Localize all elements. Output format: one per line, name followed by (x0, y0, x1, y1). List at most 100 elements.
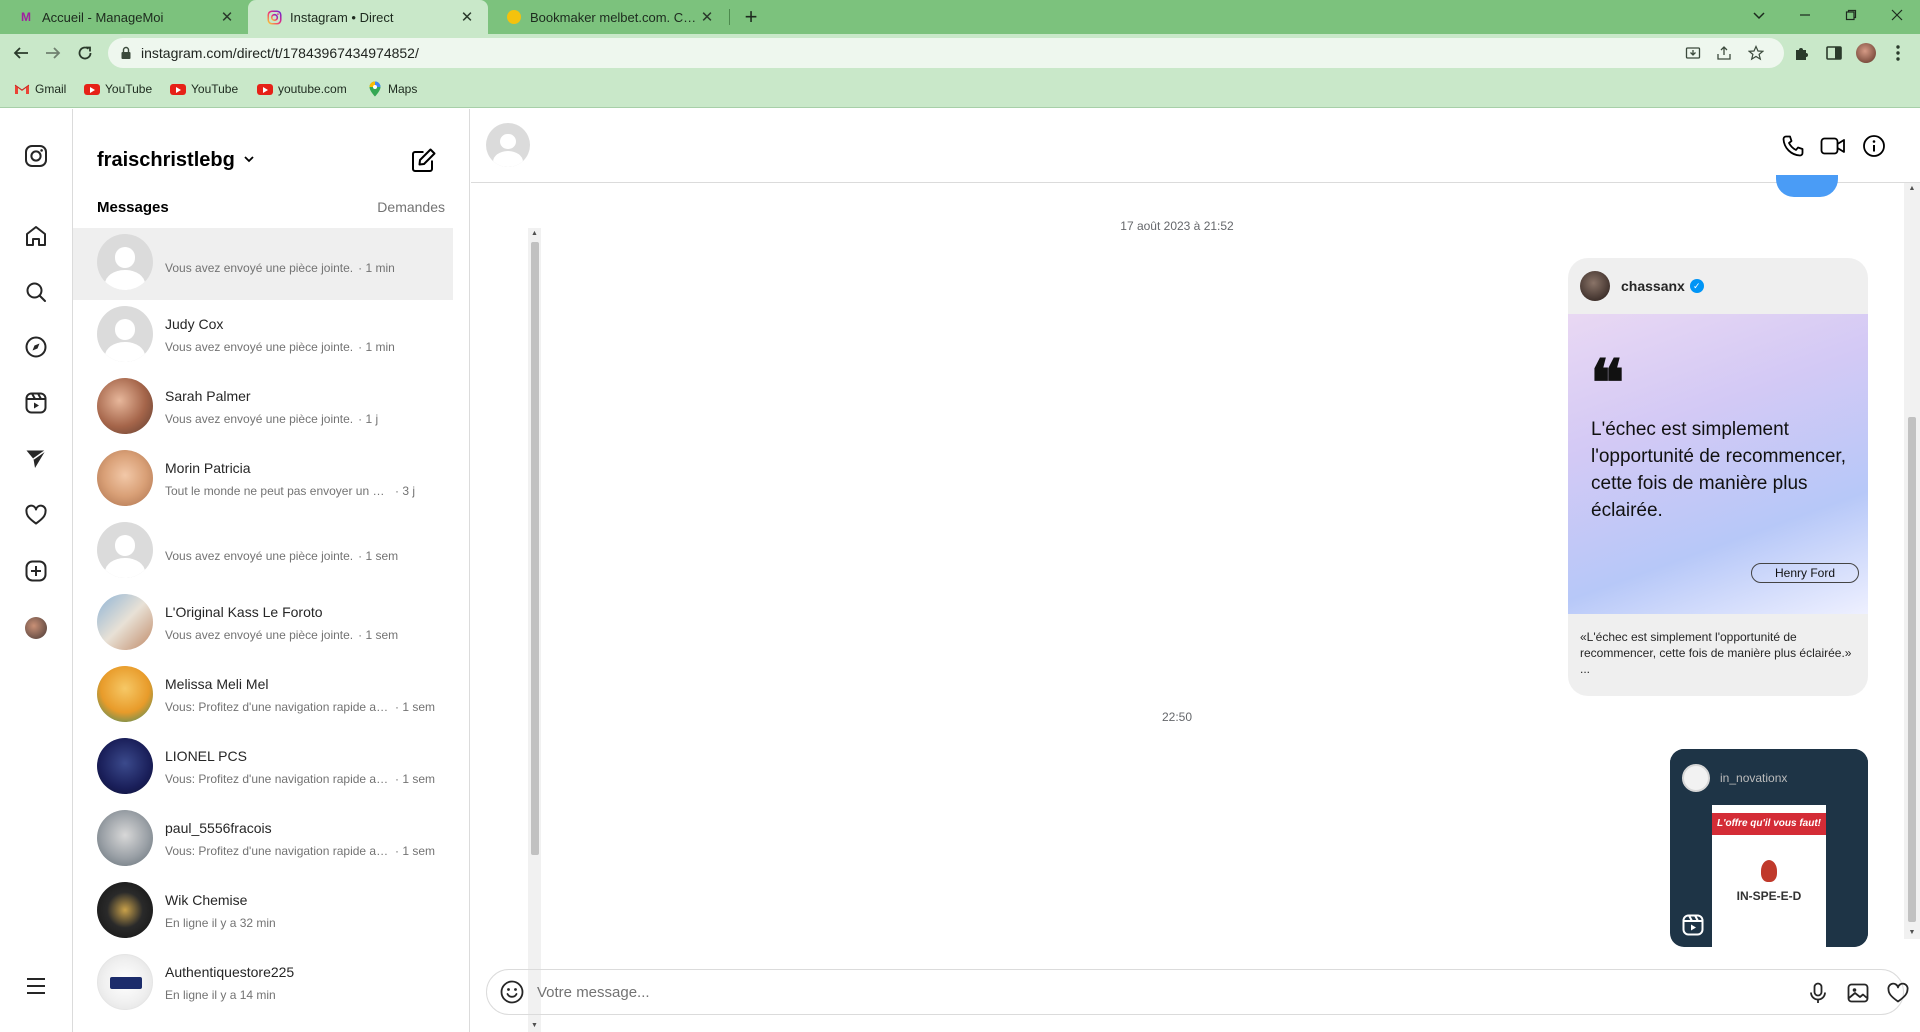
conversation-item[interactable]: Morin Patricia Tout le monde ne peut pas… (73, 444, 453, 516)
tab-managemoi[interactable]: M Accueil - ManageMoi ✕ (0, 0, 248, 34)
tab-instagram[interactable]: Instagram • Direct ✕ (248, 0, 488, 34)
preview-text: En ligne il y a 14 min (165, 988, 276, 1002)
account-switcher[interactable]: fraischristlebg (97, 149, 255, 172)
conversation-info-icon[interactable] (1860, 132, 1888, 160)
scroll-up-arrow-icon[interactable]: ▲ (1904, 183, 1920, 195)
conversation-preview: Tout le monde ne peut pas envoyer un mes… (165, 484, 435, 498)
share-icon[interactable] (1714, 43, 1734, 63)
search-icon[interactable] (22, 278, 50, 306)
extensions-puzzle-icon[interactable] (1791, 42, 1813, 64)
bookmark-youtube-1[interactable]: YouTube (84, 82, 152, 96)
back-button[interactable] (6, 38, 36, 68)
conversation-item[interactable]: Authentiquestore225 En ligne il y a 14 m… (73, 948, 453, 1020)
restore-icon[interactable] (1828, 0, 1874, 30)
chrome-menu-icon[interactable] (1887, 42, 1909, 64)
conversation-item[interactable]: Wik Chemise En ligne il y a 32 min (73, 876, 453, 948)
tab-messages[interactable]: Messages (97, 199, 169, 216)
shared-post-header[interactable]: chassanx ✓ (1580, 271, 1704, 301)
forward-button[interactable] (38, 38, 68, 68)
minimize-icon[interactable] (1782, 0, 1828, 30)
scroll-down-arrow-icon[interactable]: ▼ (1904, 927, 1920, 939)
emoji-icon[interactable] (499, 979, 525, 1005)
explore-compass-icon[interactable] (22, 333, 50, 361)
reel-account-avatar (1682, 764, 1710, 792)
like-heart-icon[interactable] (1885, 980, 1911, 1006)
scrollbar-thumb[interactable] (1908, 417, 1916, 922)
close-tab-icon[interactable]: ✕ (698, 8, 716, 26)
gmail-icon (14, 82, 30, 96)
conversation-item[interactable]: Vous avez envoyé une pièce jointe. · 1 mi… (73, 228, 453, 300)
shared-post-card[interactable]: chassanx ✓ ❝ L'échec est simplement l'op… (1568, 258, 1868, 696)
conversation-name: L'Original Kass Le Foroto (165, 604, 323, 620)
lightbulb-icon (1761, 860, 1777, 882)
more-menu-icon[interactable] (22, 972, 50, 1000)
conversation-name: Authentiquestore225 (165, 964, 295, 980)
conversation-name: Melissa Meli Mel (165, 676, 269, 692)
audio-call-icon[interactable] (1779, 132, 1807, 160)
reels-icon[interactable] (22, 389, 50, 417)
conversation-name: Sarah Palmer (165, 388, 251, 404)
tab-melbet[interactable]: Bookmaker melbet.com. Cotes é ✕ (488, 0, 728, 34)
avatar (97, 234, 153, 290)
conversation-item[interactable]: Judy Cox Vous avez envoyé une pièce join… (73, 300, 453, 372)
avatar (97, 954, 153, 1010)
conversation-preview: Vous: Profitez d'une navigation rapide a… (165, 700, 435, 714)
conversation-item[interactable]: LIONEL PCS Vous: Profitez d'une navigati… (73, 732, 453, 804)
instagram-app: fraischristlebg Messages Demandes Vous a… (0, 109, 1920, 1032)
close-window-icon[interactable] (1874, 0, 1920, 30)
conversation-item[interactable]: paul_5556fracois Vous: Profitez d'une na… (73, 804, 453, 876)
account-username: fraischristlebg (97, 149, 235, 171)
avatar (97, 666, 153, 722)
new-tab-button[interactable]: + (737, 3, 765, 31)
video-call-icon[interactable] (1819, 132, 1847, 160)
preview-time: · 1 j (358, 412, 379, 426)
previous-message-bubble[interactable] (1776, 175, 1838, 197)
nav-rail (0, 109, 73, 1032)
microphone-icon[interactable] (1805, 980, 1831, 1006)
image-upload-icon[interactable] (1845, 980, 1871, 1006)
bookmark-label: YouTube (105, 82, 153, 96)
chat-avatar[interactable] (486, 123, 530, 167)
conversation-preview: Vous: Profitez d'une navigation rapide a… (165, 772, 435, 786)
quote-mark: ❝ (1590, 346, 1625, 421)
message-composer (486, 969, 1909, 1015)
close-tab-icon[interactable]: ✕ (458, 8, 476, 26)
profile-avatar[interactable] (1855, 42, 1877, 64)
youtube-icon (170, 82, 186, 96)
preview-text: Vous: Profitez d'une navigation rapide a… (165, 844, 390, 858)
conversation-item[interactable]: Sarah Palmer Vous avez envoyé une pièce … (73, 372, 453, 444)
managemoi-favicon-icon: M (21, 10, 31, 24)
install-app-icon[interactable] (1683, 43, 1703, 63)
address-bar[interactable]: instagram.com/direct/t/17843967434974852… (108, 38, 1784, 68)
shared-reel-card[interactable]: in_novationx L'offre qu'il vous faut! IN… (1670, 749, 1868, 947)
instagram-logo-icon[interactable] (22, 142, 50, 170)
chat-scrollbar[interactable]: ▲ ▼ (1904, 183, 1920, 939)
notifications-heart-icon[interactable] (22, 501, 50, 529)
message-input[interactable] (537, 981, 1737, 1003)
home-icon[interactable] (22, 222, 50, 250)
conversation-item[interactable]: L'Original Kass Le Foroto Vous avez envo… (73, 588, 453, 660)
bookmark-maps[interactable]: Maps (367, 81, 417, 97)
conversation-item[interactable]: Vous avez envoyé une pièce jointe. · 1 se… (73, 516, 453, 588)
url-text: instagram.com/direct/t/17843967434974852… (141, 45, 419, 61)
messages-direct-icon[interactable] (22, 445, 50, 473)
tab-requests[interactable]: Demandes (377, 199, 445, 216)
close-tab-icon[interactable]: ✕ (218, 8, 236, 26)
conversation-name: Judy Cox (165, 316, 224, 332)
bookmark-star-icon[interactable] (1746, 43, 1766, 63)
caption-text: «L'échec est simplement l'opportunité de… (1580, 630, 1852, 660)
create-plus-icon[interactable] (22, 557, 50, 585)
profile-avatar[interactable] (25, 617, 47, 639)
tab-separator (729, 9, 730, 25)
side-panel-icon[interactable] (1823, 42, 1845, 64)
site-info-icon[interactable] (119, 46, 133, 60)
tab-search-chevron-icon[interactable] (1736, 0, 1782, 30)
bookmark-youtube-2[interactable]: YouTube (170, 82, 238, 96)
reload-button[interactable] (70, 38, 100, 68)
bookmark-youtube-com[interactable]: youtube.com (257, 82, 347, 96)
new-message-icon[interactable] (411, 147, 439, 175)
conversation-item[interactable]: Melissa Meli Mel Vous: Profitez d'une na… (73, 660, 453, 732)
bookmark-label: YouTube (191, 82, 239, 96)
bookmark-gmail[interactable]: Gmail (14, 82, 66, 96)
shared-post-image[interactable]: ❝ L'échec est simplement l'opportunité d… (1568, 314, 1868, 614)
